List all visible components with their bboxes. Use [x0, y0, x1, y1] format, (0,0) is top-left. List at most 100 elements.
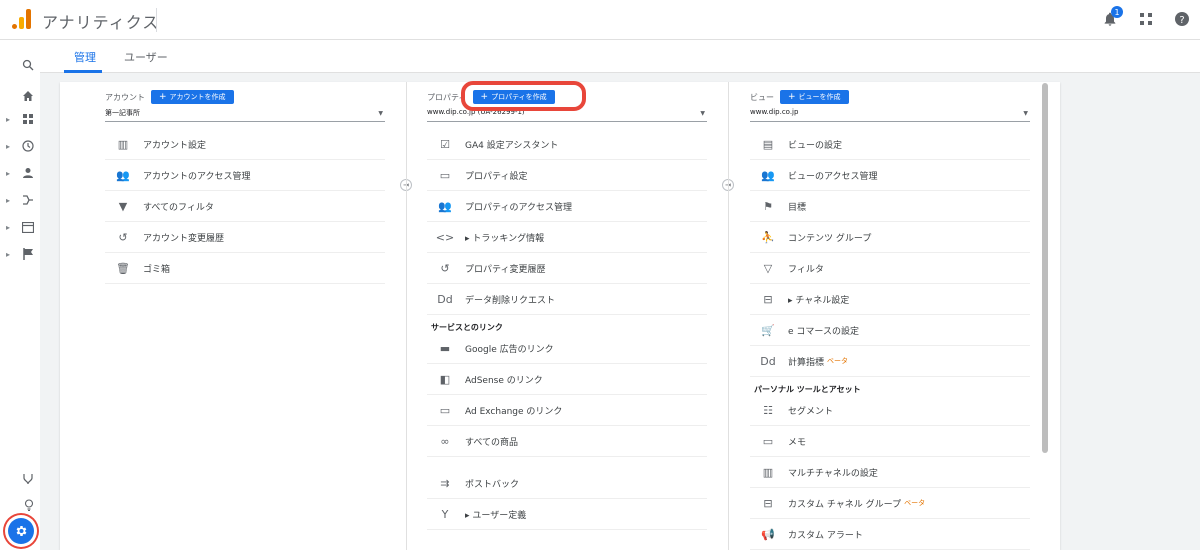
- property-change-history-item[interactable]: ↺ プロパティ変更履歴: [427, 253, 707, 284]
- dashboard-icon[interactable]: ▸: [6, 109, 34, 129]
- create-view-button[interactable]: + ビューを作成: [780, 90, 849, 104]
- channel-icon: ⊟: [763, 496, 773, 510]
- panel-scrollbar[interactable]: [1042, 83, 1048, 453]
- people-icon: 👥: [116, 168, 130, 182]
- product-linking-section-label: サービスとのリンク: [431, 323, 503, 332]
- all-filters-item[interactable]: ▼ すべてのフィルタ: [105, 191, 385, 222]
- column-divider: [728, 82, 729, 550]
- content-grouping-item[interactable]: ⛹ コンテンツ グループ: [750, 222, 1030, 253]
- segment-icon: ☷: [763, 403, 773, 417]
- chevron-down-icon: ▼: [700, 110, 705, 117]
- custom-alerts-item[interactable]: 📢 カスタム アラート: [750, 519, 1030, 550]
- postback-item[interactable]: ⇉ ポストバック: [427, 457, 707, 499]
- highlight-annotation: [461, 81, 586, 111]
- column-divider: [406, 82, 407, 550]
- property-access-management-item[interactable]: 👥 プロパティのアクセス管理: [427, 191, 707, 222]
- view-filters-item[interactable]: ▽ フィルタ: [750, 253, 1030, 284]
- create-account-button[interactable]: + アカウントを作成: [151, 90, 234, 104]
- ad-exchange-icon: ▭: [439, 403, 451, 417]
- view-settings-item[interactable]: ▤ ビューの設定: [750, 129, 1030, 160]
- settings-panel-icon: ▭: [439, 168, 451, 182]
- ecommerce-settings-item[interactable]: 🛒 e コマースの設定: [750, 315, 1030, 346]
- history-icon: ↺: [440, 261, 450, 275]
- notifications-icon[interactable]: 1: [1100, 6, 1123, 29]
- adsense-icon: ◧: [439, 372, 451, 386]
- account-settings-item[interactable]: ▥ アカウント設定: [105, 129, 385, 160]
- account-label: アカウント: [105, 92, 145, 102]
- attribution-icon[interactable]: [6, 469, 34, 489]
- admin-content: 管理 ユーザー アカウント + アカウントを作成 第一記事所 ▼ ▥ アカウント設…: [40, 41, 1200, 550]
- property-settings-item[interactable]: ▭ プロパティ設定: [427, 160, 707, 191]
- multichannel-settings-item[interactable]: ▥ マルチチャネルの設定: [750, 457, 1030, 488]
- cart-icon: 🛒: [761, 323, 775, 337]
- custom-channel-grouping-item[interactable]: ⊟ カスタム チャネル グループ ベータ: [750, 488, 1030, 519]
- account-menu: ▥ アカウント設定 👥 アカウントのアクセス管理 ▼ すべてのフィルタ ↺ アカ…: [105, 129, 385, 284]
- admin-gear-icon[interactable]: [8, 518, 34, 544]
- data-deletion-request-item[interactable]: Dd データ削除リクエスト: [427, 284, 707, 315]
- postback-icon: ⇉: [440, 477, 450, 490]
- segments-item[interactable]: ☷ セグメント: [750, 395, 1030, 426]
- code-icon: <>: [435, 230, 455, 244]
- content-group-icon: ⛹: [761, 230, 775, 244]
- tab-user[interactable]: ユーザー: [124, 49, 168, 65]
- trash-item[interactable]: 🗑 ゴミ箱: [105, 253, 385, 284]
- bar-chart-icon: ▥: [762, 465, 774, 479]
- all-products-icon: ∞: [440, 434, 450, 448]
- view-column: ビュー + ビューを作成 www.dip.co.jp ▼ ▤ ビューの設定 👥 ビ…: [750, 82, 1040, 550]
- account-column: アカウント + アカウントを作成 第一記事所 ▼ ▥ アカウント設定 👥 アカウン…: [105, 82, 395, 550]
- history-icon: ↺: [118, 230, 128, 244]
- channel-settings-item[interactable]: ⊟ ▸ チャネル設定: [750, 284, 1030, 315]
- tracking-info-item[interactable]: <> ▸ トラッキング情報: [427, 222, 707, 253]
- property-menu: ☑ GA4 設定アシスタント ▭ プロパティ設定 👥 プロパティのアクセス管理 …: [427, 129, 707, 530]
- beta-badge: ベータ: [904, 499, 926, 507]
- admin-panel: アカウント + アカウントを作成 第一記事所 ▼ ▥ アカウント設定 👥 アカウン…: [60, 82, 1060, 550]
- top-bar: アナリティクス 1 ?: [0, 0, 1200, 40]
- calculated-metrics-item[interactable]: Dd 計算指標 ベータ: [750, 346, 1030, 377]
- behavior-icon[interactable]: ▸: [6, 217, 34, 237]
- app-title[interactable]: アナリティクス: [42, 9, 159, 33]
- acquisition-icon[interactable]: ▸: [6, 190, 34, 210]
- title-divider: [156, 8, 157, 32]
- filter-icon: ▽: [763, 261, 773, 275]
- left-nav-rail: ▸ ▸ ▸ ▸ ▸ ▸: [0, 41, 40, 550]
- personal-tools-section-label: パーソナル ツールとアセット: [754, 385, 861, 394]
- custom-definitions-item[interactable]: Y ▸ ユーザー定義: [427, 499, 707, 530]
- view-label: ビュー: [750, 92, 774, 102]
- dd-icon: Dd: [437, 292, 453, 306]
- search-icon[interactable]: [6, 55, 34, 75]
- all-products-item[interactable]: ∞ すべての商品: [427, 426, 707, 457]
- account-access-management-item[interactable]: 👥 アカウントのアクセス管理: [105, 160, 385, 191]
- home-icon[interactable]: [6, 86, 34, 106]
- google-ads-link-item[interactable]: ▬ Google 広告のリンク: [427, 333, 707, 364]
- goals-item[interactable]: ⚑ 目標: [750, 191, 1030, 222]
- account-change-history-item[interactable]: ↺ アカウント変更履歴: [105, 222, 385, 253]
- filter-icon: ▼: [118, 199, 128, 213]
- view-selector[interactable]: www.dip.co.jp ▼: [750, 108, 1030, 122]
- notification-badge: 1: [1111, 6, 1123, 18]
- custom-definition-icon: Y: [441, 507, 449, 521]
- tab-admin[interactable]: 管理: [74, 49, 96, 65]
- trash-icon: 🗑: [116, 261, 130, 275]
- view-access-management-item[interactable]: 👥 ビューのアクセス管理: [750, 160, 1030, 191]
- tab-bar: 管理 ユーザー: [40, 41, 1200, 73]
- discover-icon[interactable]: [6, 495, 34, 515]
- view-menu: ▤ ビューの設定 👥 ビューのアクセス管理 ⚑ 目標 ⛹ コンテンツ グループ …: [750, 129, 1030, 550]
- channel-icon: ⊟: [763, 292, 773, 306]
- audience-icon[interactable]: ▸: [6, 163, 34, 183]
- beta-badge: ベータ: [827, 357, 849, 365]
- conversions-icon[interactable]: ▸: [6, 244, 34, 264]
- adsense-link-item[interactable]: ◧ AdSense のリンク: [427, 364, 707, 395]
- annotations-item[interactable]: ▭ メモ: [750, 426, 1030, 457]
- ga4-setup-assistant-item[interactable]: ☑ GA4 設定アシスタント: [427, 129, 707, 160]
- account-selector[interactable]: 第一記事所 ▼: [105, 108, 385, 122]
- megaphone-icon: 📢: [761, 527, 775, 541]
- view-selected-value: www.dip.co.jp: [750, 108, 799, 116]
- dd-icon: Dd: [760, 354, 776, 368]
- realtime-icon[interactable]: ▸: [6, 136, 34, 156]
- analytics-logo-icon[interactable]: [12, 9, 32, 29]
- chevron-down-icon: ▼: [378, 110, 383, 117]
- svg-text:?: ?: [1179, 15, 1184, 26]
- apps-grid-icon[interactable]: [1136, 9, 1156, 29]
- help-icon[interactable]: ?: [1172, 9, 1192, 29]
- ad-exchange-link-item[interactable]: ▭ Ad Exchange のリンク: [427, 395, 707, 426]
